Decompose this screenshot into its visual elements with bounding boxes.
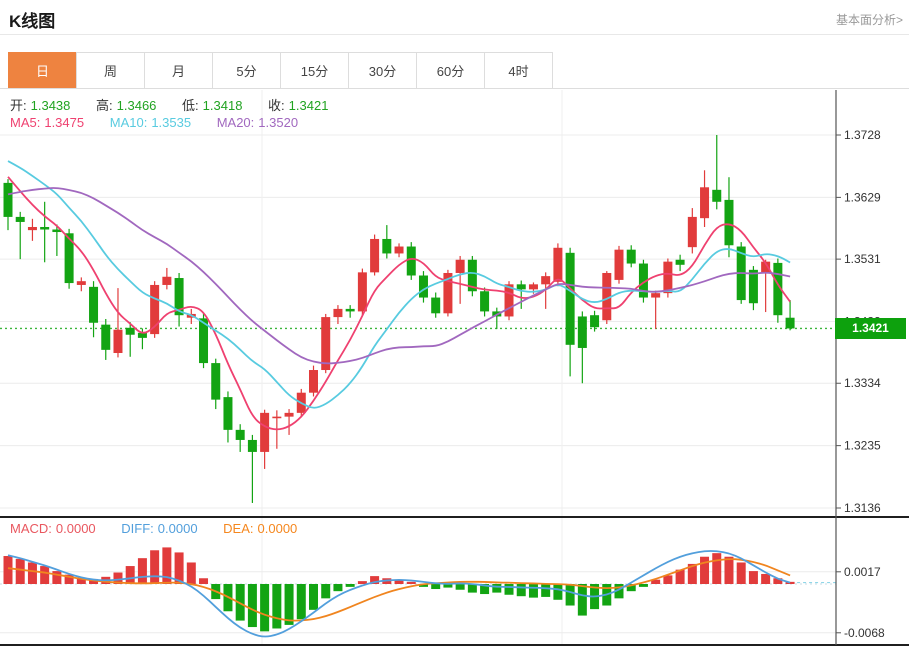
close-label: 收: (268, 98, 285, 113)
kline-page: { "header": { "title": "K线图", "link": "基… (0, 0, 909, 650)
ma20-label: MA20: (217, 115, 255, 130)
ma-legend: MA5: 1.3475 MA10:1.3535 MA20:1.3520 (10, 115, 302, 130)
svg-text:0.0017: 0.0017 (844, 565, 881, 579)
close-value: 1.3421 (289, 98, 329, 113)
svg-text:1.3136: 1.3136 (844, 501, 881, 515)
diff-label: DIFF: (121, 521, 154, 536)
tab-day[interactable]: 日 (8, 52, 77, 89)
high-label: 高: (96, 98, 113, 113)
macd-label: MACD: (10, 521, 52, 536)
svg-text:-0.0068: -0.0068 (844, 626, 885, 640)
open-label: 开: (10, 98, 27, 113)
fundamental-analysis-link[interactable]: 基本面分析> (836, 11, 903, 28)
tab-60min[interactable]: 60分 (416, 52, 485, 89)
macd-legend: MACD: 0.0000 DIFF: 0.0000 DEA: 0.0000 (10, 521, 301, 536)
low-value: 1.3418 (203, 98, 243, 113)
tab-5min[interactable]: 5分 (212, 52, 281, 89)
tab-week[interactable]: 周 (76, 52, 145, 89)
low-label: 低: (182, 98, 199, 113)
ohlc-legend: 开: 1.3438 高: 1.3466 低: 1.3418 收: 1.3421 (10, 95, 332, 114)
dea-label: DEA: (223, 521, 253, 536)
ma10-label: MA10: (110, 115, 148, 130)
page-title: K线图 (9, 7, 55, 32)
tab-30min[interactable]: 30分 (348, 52, 417, 89)
high-value: 1.3466 (117, 98, 157, 113)
tabstrip-border (0, 88, 909, 89)
tab-month[interactable]: 月 (144, 52, 213, 89)
period-tabs: 日 周 月 5分 15分 30分 60分 4时 (8, 52, 553, 89)
svg-text:1.3334: 1.3334 (844, 376, 881, 390)
open-value: 1.3438 (31, 98, 71, 113)
ma20-value: 1.3520 (258, 115, 298, 130)
current-price-badge: 1.3421 (835, 318, 906, 339)
tab-15min[interactable]: 15分 (280, 52, 349, 89)
header: K线图 基本面分析> (0, 0, 909, 35)
svg-text:1.3629: 1.3629 (844, 190, 881, 204)
tab-4hour[interactable]: 4时 (484, 52, 553, 89)
ma5-value: 1.3475 (44, 115, 84, 130)
svg-text:1.3728: 1.3728 (844, 128, 881, 142)
svg-text:1.3531: 1.3531 (844, 252, 881, 266)
svg-text:1.3235: 1.3235 (844, 439, 881, 453)
dea-value: 0.0000 (258, 521, 298, 536)
ma5-label: MA5: (10, 115, 40, 130)
macd-value: 0.0000 (56, 521, 96, 536)
ma10-value: 1.3535 (151, 115, 191, 130)
diff-value: 0.0000 (158, 521, 198, 536)
